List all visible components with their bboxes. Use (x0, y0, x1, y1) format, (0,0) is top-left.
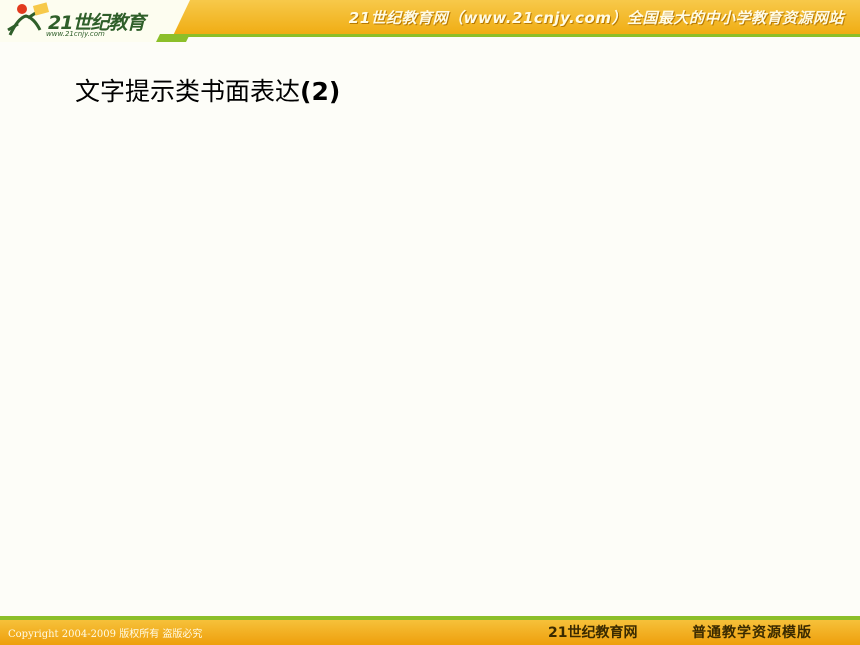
header: 21世纪教育 www.21cnjy.com 21世纪教育网（www.21cnjy… (0, 0, 860, 42)
logo: 21世纪教育 www.21cnjy.com (0, 0, 190, 42)
footer-site-name: 21世纪教育网 (548, 625, 638, 641)
slide-title-suffix: (2) (300, 77, 341, 106)
logo-url: www.21cnjy.com (46, 30, 105, 38)
slide-title: 文字提示类书面表达(2) (75, 72, 340, 108)
footer-copyright: Copyright 2004-2009 版权所有 盗版必究 (8, 629, 203, 640)
header-slogan: 21世纪教育网（www.21cnjy.com）全国最大的中小学教育资源网站 (348, 9, 844, 27)
slide-title-text: 文字提示类书面表达 (75, 77, 301, 106)
footer-template-name: 普通教学资源模版 (692, 625, 812, 641)
